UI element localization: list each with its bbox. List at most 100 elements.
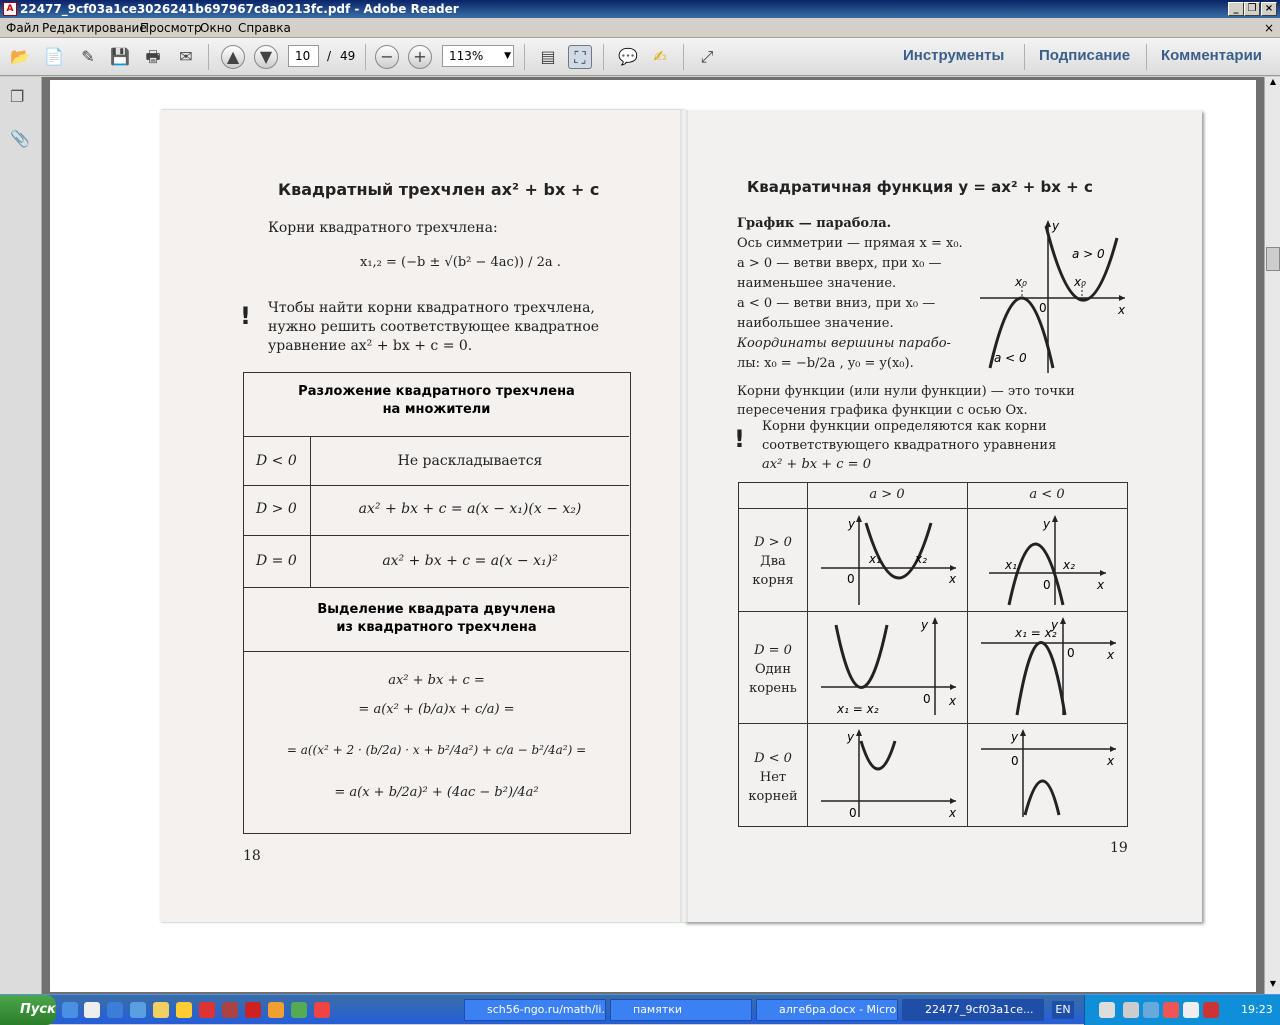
tray-icon[interactable] — [1203, 1002, 1219, 1018]
graph-dneg-aneg: y x 0 — [981, 729, 1116, 817]
volume-icon[interactable] — [1183, 1002, 1199, 1018]
intro-line: График — парабола. — [737, 216, 892, 231]
zoom-out-icon[interactable]: − — [375, 45, 399, 69]
folder-icon[interactable] — [153, 1002, 169, 1018]
highlight-icon[interactable]: ✍ — [648, 45, 672, 69]
intro-line: лы: x₀ = −b/2a , y₀ = y(x₀). — [737, 356, 914, 371]
next-page-icon[interactable]: ▼ — [254, 45, 278, 69]
task-button-active[interactable]: 22477_9cf03a1ce... — [902, 999, 1044, 1021]
scroll-down-icon[interactable]: ▼ — [1266, 979, 1280, 993]
right-intro: График — парабола. Ось симметрии — пряма… — [737, 214, 963, 374]
fit-page-icon[interactable]: ▤ — [536, 45, 560, 69]
quicklaunch-icon[interactable] — [222, 1002, 238, 1018]
menu-edit[interactable]: Редактирование — [42, 21, 147, 35]
quicklaunch-icon[interactable] — [130, 1002, 146, 1018]
ie-icon[interactable] — [107, 1002, 123, 1018]
quicklaunch-icon[interactable] — [291, 1002, 307, 1018]
quicklaunch-icon[interactable] — [62, 1002, 78, 1018]
document-area: Квадратный трехчлен ax² + bx + c Корни к… — [42, 77, 1264, 994]
comment-icon[interactable]: 💬 — [616, 45, 640, 69]
task-button[interactable]: sch56-ngo.ru/math/li... — [464, 999, 606, 1021]
create-pdf-icon[interactable]: 📄 — [42, 45, 66, 69]
title-bar: A 22477_9cf03a1ce3026241b697967c8a0213fc… — [0, 0, 1280, 18]
task-button[interactable]: алгебра.docx - Micro... — [756, 999, 898, 1021]
graph-dzero-apos: y x 0 x₁ = x₂ — [821, 617, 957, 716]
warning-icon: ! — [734, 425, 745, 453]
col-header-apos: a > 0 — [869, 487, 905, 502]
quicklaunch-icon[interactable] — [176, 1002, 192, 1018]
right-note-line: ax² + bx + c = 0 — [762, 457, 871, 472]
cond-line: D < 0 — [754, 751, 792, 766]
pages-icon[interactable]: ❐ — [10, 87, 30, 107]
tray-icon[interactable] — [1163, 1002, 1179, 1018]
row-value: ax² + bx + c = a(x − x₁)² — [382, 553, 558, 569]
close-button[interactable]: × — [1261, 2, 1277, 16]
zoom-select[interactable]: 113% ▼ — [442, 45, 514, 67]
table2-header: Выделение квадрата двучлена из квадратно… — [244, 601, 629, 637]
tools-panel-link[interactable]: Инструменты — [903, 47, 1004, 64]
zoom-in-icon[interactable]: + — [408, 45, 432, 69]
start-button[interactable]: Пуск — [0, 995, 56, 1025]
open-icon[interactable]: 📂 — [8, 45, 32, 69]
derivation-line: = a(x + b/2a)² + (4ac − b²)/4a² — [334, 785, 539, 800]
tray-icon[interactable] — [1099, 1002, 1115, 1018]
col-header-aneg: a < 0 — [1029, 487, 1065, 502]
fullscreen-icon[interactable]: ⤢ — [695, 45, 719, 69]
svg-text:y: y — [1010, 730, 1019, 744]
edit-icon[interactable]: ✎ — [76, 45, 100, 69]
minimize-button[interactable]: _ — [1228, 2, 1244, 16]
cond-line: корень — [749, 681, 797, 696]
svg-text:y: y — [920, 618, 929, 632]
svg-text:x₂: x₂ — [914, 552, 927, 566]
email-icon[interactable]: ✉ — [174, 45, 198, 69]
row-cond: D < 0 — [256, 453, 297, 469]
fit-width-icon[interactable]: ⛶ — [568, 45, 592, 69]
page-number-input[interactable]: 10 — [288, 45, 319, 67]
sign-panel-link[interactable]: Подписание — [1039, 47, 1130, 64]
vertical-scrollbar[interactable]: ▲ ▼ — [1264, 77, 1280, 994]
prev-page-icon[interactable]: ▲ — [221, 45, 245, 69]
task-button[interactable]: памятки — [610, 999, 752, 1021]
start-label: Пуск — [20, 1002, 56, 1017]
opera-icon[interactable] — [245, 1002, 261, 1018]
menu-view[interactable]: Просмотр — [140, 21, 202, 35]
left-note: Чтобы найти корни квадратного трехчлена,… — [268, 299, 599, 356]
scroll-thumb[interactable] — [1266, 247, 1280, 271]
row-cond: D > 0 — [256, 501, 297, 517]
close-doc-icon[interactable]: × — [1264, 21, 1274, 35]
intro-line: a > 0 — ветви вверх, при x₀ — — [737, 256, 942, 271]
row-value: Не раскладывается — [397, 453, 543, 469]
chrome-icon[interactable] — [314, 1002, 330, 1018]
zoom-value: 113% — [449, 49, 484, 63]
menu-file[interactable]: Файл — [6, 21, 39, 35]
menu-help[interactable]: Справка — [238, 21, 291, 35]
scroll-up-icon[interactable]: ▲ — [1266, 77, 1280, 91]
right-page-title: Квадратичная функция y = ax² + bx + c — [747, 178, 1093, 196]
page-total: 49 — [340, 49, 356, 63]
attachment-icon[interactable]: 📎 — [10, 129, 30, 149]
comment-panel-link[interactable]: Комментарии — [1161, 47, 1262, 64]
cond-line: Два — [760, 554, 786, 569]
tray-icon[interactable] — [1143, 1002, 1159, 1018]
print-icon[interactable]: 🖶 — [141, 45, 165, 69]
svg-text:0: 0 — [847, 572, 855, 586]
derivation-line: = a(x² + (b/a)x + c/a) = — [358, 702, 515, 717]
cond-line: Нет — [759, 770, 787, 785]
quicklaunch-icon[interactable] — [199, 1002, 215, 1018]
menu-window[interactable]: Окно — [200, 21, 232, 35]
chevron-down-icon[interactable]: ▼ — [504, 46, 511, 66]
left-page-title: Квадратный трехчлен ax² + bx + c — [278, 180, 600, 199]
svg-text:x₁: x₁ — [1004, 558, 1017, 572]
quicklaunch-icon[interactable] — [84, 1002, 100, 1018]
clock[interactable]: 19:23 — [1241, 1003, 1273, 1016]
language-indicator[interactable]: EN — [1052, 1001, 1074, 1019]
tray-icon[interactable] — [1123, 1002, 1139, 1018]
parabola-graph: y x 0 x₀ x₀ a > 0 a < 0 — [980, 219, 1126, 373]
svg-text:0: 0 — [923, 692, 931, 706]
save-icon[interactable]: 💾 — [108, 45, 132, 69]
scanned-page: Квадратный трехчлен ax² + bx + c Корни к… — [50, 80, 1256, 992]
derivation-line: ax² + bx + c = — [388, 673, 485, 688]
svg-text:x: x — [948, 806, 957, 820]
quicklaunch-icon[interactable] — [268, 1002, 284, 1018]
maximize-button[interactable]: ❐ — [1244, 2, 1260, 16]
